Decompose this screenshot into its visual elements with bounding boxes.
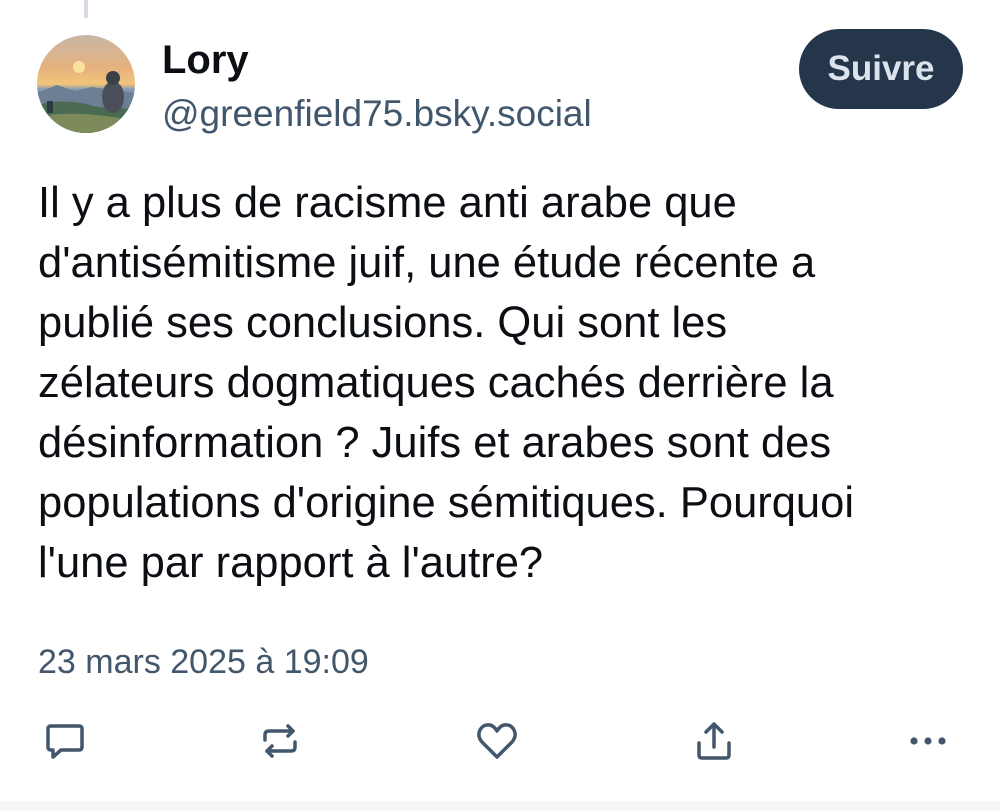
reply-button[interactable]: [40, 716, 90, 766]
post-divider: [0, 801, 1000, 811]
more-icon: [910, 737, 946, 745]
avatar[interactable]: [37, 35, 135, 133]
more-options-button[interactable]: [903, 716, 953, 766]
post-actions-bar: [0, 716, 1000, 766]
repost-button[interactable]: [255, 716, 305, 766]
share-button[interactable]: [689, 716, 739, 766]
author-display-name[interactable]: Lory: [162, 36, 249, 84]
post-timestamp[interactable]: 23 mars 2025 à 19:09: [38, 641, 369, 683]
like-button[interactable]: [472, 716, 522, 766]
share-icon: [697, 722, 731, 760]
reply-icon: [46, 724, 84, 759]
follow-button[interactable]: Suivre: [799, 29, 963, 109]
post-text: Il y a plus de racisme anti arabe que d'…: [38, 179, 854, 587]
repost-icon: [263, 724, 297, 758]
author-handle[interactable]: @greenfield75.bsky.social: [162, 92, 592, 136]
like-icon: [477, 723, 517, 759]
thread-connector-line: [84, 0, 88, 18]
avatar-image: [37, 35, 135, 133]
